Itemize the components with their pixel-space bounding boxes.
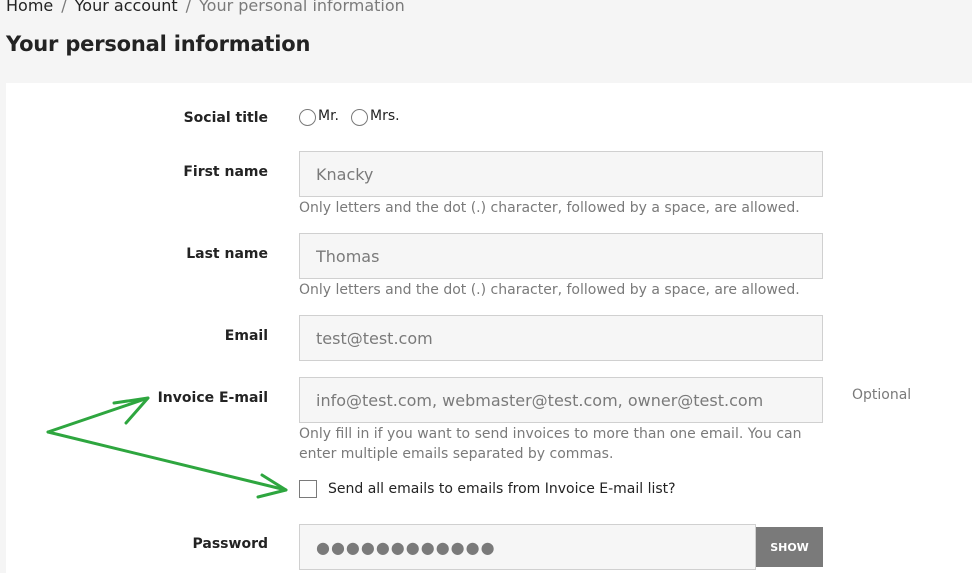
social-title-radio-group: Mr. Mrs. — [299, 107, 412, 126]
breadcrumb-separator: / — [61, 0, 67, 15]
last-name-hint: Only letters and the dot (.) character, … — [299, 282, 800, 298]
last-name-label: Last name — [186, 246, 268, 262]
password-label: Password — [192, 536, 268, 552]
breadcrumb-your-account[interactable]: Your account — [75, 0, 178, 15]
breadcrumb-current: Your personal information — [199, 0, 405, 15]
send-all-emails-option[interactable]: Send all emails to emails from Invoice E… — [299, 480, 676, 498]
optional-indicator: Optional — [852, 387, 912, 403]
breadcrumb-separator: / — [185, 0, 192, 15]
email-input[interactable] — [299, 315, 823, 361]
send-all-emails-label: Send all emails to emails from Invoice E… — [328, 481, 676, 497]
invoice-email-label: Invoice E-mail — [157, 390, 268, 406]
social-title-label: Social title — [183, 110, 268, 126]
password-input[interactable]: ●●●●●●●●●●●● — [299, 524, 756, 570]
radio-circle-icon[interactable] — [299, 109, 316, 126]
radio-mrs[interactable]: Mrs. — [351, 107, 400, 126]
page-title: Your personal information — [6, 32, 311, 56]
personal-information-page: Home / Your account / Your personal informat… — [0, 0, 972, 573]
radio-mr-label: Mr. — [318, 108, 339, 124]
breadcrumb-home[interactable]: Home — [6, 0, 53, 15]
first-name-input[interactable] — [299, 151, 823, 197]
invoice-email-hint: Only fill in if you want to send invoice… — [299, 426, 802, 462]
breadcrumb: Home / Your account / Your personal informat… — [6, 0, 405, 16]
invoice-email-input[interactable] — [299, 377, 823, 423]
radio-circle-icon[interactable] — [351, 109, 368, 126]
first-name-label: First name — [183, 164, 268, 180]
radio-mr[interactable]: Mr. — [299, 107, 339, 126]
radio-mrs-label: Mrs. — [370, 108, 400, 124]
show-password-button[interactable]: SHOW — [756, 527, 823, 567]
last-name-input[interactable] — [299, 233, 823, 279]
first-name-hint: Only letters and the dot (.) character, … — [299, 200, 800, 216]
password-masked-value: ●●●●●●●●●●●● — [316, 537, 496, 557]
send-all-emails-checkbox[interactable] — [299, 480, 317, 498]
email-label: Email — [224, 328, 268, 344]
